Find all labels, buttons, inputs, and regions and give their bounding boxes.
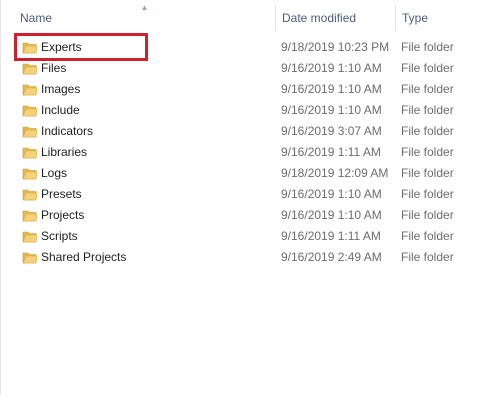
file-name: Libraries xyxy=(41,145,88,159)
file-type: File folder xyxy=(401,40,454,54)
file-name: Files xyxy=(41,61,67,75)
file-date-modified: 9/16/2019 1:10 AM xyxy=(281,82,382,96)
file-row-shared-projects[interactable]: Shared Projects 9/16/2019 2:49 AM File f… xyxy=(14,247,490,268)
column-header-type[interactable]: Type xyxy=(395,5,490,31)
file-date-modified: 9/18/2019 12:09 AM xyxy=(281,166,389,180)
column-header-name[interactable]: Name xyxy=(14,5,274,31)
file-row-files[interactable]: Files 9/16/2019 1:10 AM File folder xyxy=(14,58,490,79)
file-type: File folder xyxy=(401,103,454,117)
file-name: Scripts xyxy=(41,229,78,243)
file-row-images[interactable]: Images 9/16/2019 1:10 AM File folder xyxy=(14,79,490,100)
file-name: Shared Projects xyxy=(41,250,127,264)
file-name: Projects xyxy=(41,208,85,222)
file-row-experts[interactable]: Experts 9/18/2019 10:23 PM File folder xyxy=(14,37,490,58)
file-date-modified: 9/16/2019 1:10 AM xyxy=(281,103,382,117)
file-name: Images xyxy=(41,82,81,96)
file-row-indicators[interactable]: Indicators 9/16/2019 3:07 AM File folder xyxy=(14,121,490,142)
folder-icon xyxy=(22,210,38,222)
file-list-view: ▲ Name Date modified Type Experts 9/18/2… xyxy=(0,0,490,395)
file-date-modified: 9/16/2019 3:07 AM xyxy=(281,124,382,138)
file-date-modified: 9/16/2019 1:11 AM xyxy=(281,145,381,159)
file-type: File folder xyxy=(401,166,454,180)
folder-icon xyxy=(22,189,38,201)
folder-icon xyxy=(22,168,38,180)
folder-icon xyxy=(22,126,38,138)
file-name: Logs xyxy=(41,166,68,180)
file-date-modified: 9/16/2019 1:11 AM xyxy=(281,229,381,243)
file-date-modified: 9/16/2019 2:49 AM xyxy=(281,250,382,264)
file-date-modified: 9/16/2019 1:10 AM xyxy=(281,187,382,201)
folder-icon xyxy=(22,231,38,243)
column-header-date-modified[interactable]: Date modified xyxy=(275,5,395,31)
file-date-modified: 9/18/2019 10:23 PM xyxy=(281,40,390,54)
file-type: File folder xyxy=(401,229,454,243)
file-type: File folder xyxy=(401,208,454,222)
file-type: File folder xyxy=(401,187,454,201)
file-name: Presets xyxy=(41,187,82,201)
file-row-scripts[interactable]: Scripts 9/16/2019 1:11 AM File folder xyxy=(14,226,490,247)
file-name: Include xyxy=(41,103,80,117)
folder-icon xyxy=(22,147,38,159)
file-date-modified: 9/16/2019 1:10 AM xyxy=(281,61,382,75)
file-row-libraries[interactable]: Libraries 9/16/2019 1:11 AM File folder xyxy=(14,142,490,163)
folder-icon xyxy=(22,84,38,96)
folder-icon xyxy=(22,42,38,54)
folder-icon xyxy=(22,105,38,117)
column-header-bar: ▲ Name Date modified Type xyxy=(1,4,490,31)
file-date-modified: 9/16/2019 1:10 AM xyxy=(281,208,382,222)
file-row-logs[interactable]: Logs 9/18/2019 12:09 AM File folder xyxy=(14,163,490,184)
file-row-projects[interactable]: Projects 9/16/2019 1:10 AM File folder xyxy=(14,205,490,226)
file-type: File folder xyxy=(401,61,454,75)
file-row-presets[interactable]: Presets 9/16/2019 1:10 AM File folder xyxy=(14,184,490,205)
file-name: Indicators xyxy=(41,124,94,138)
folder-icon xyxy=(22,63,38,75)
file-name: Experts xyxy=(41,40,82,54)
file-row-include[interactable]: Include 9/16/2019 1:10 AM File folder xyxy=(14,100,490,121)
file-type: File folder xyxy=(401,124,454,138)
file-type: File folder xyxy=(401,250,454,264)
folder-icon xyxy=(22,252,38,264)
file-type: File folder xyxy=(401,145,454,159)
file-type: File folder xyxy=(401,82,454,96)
